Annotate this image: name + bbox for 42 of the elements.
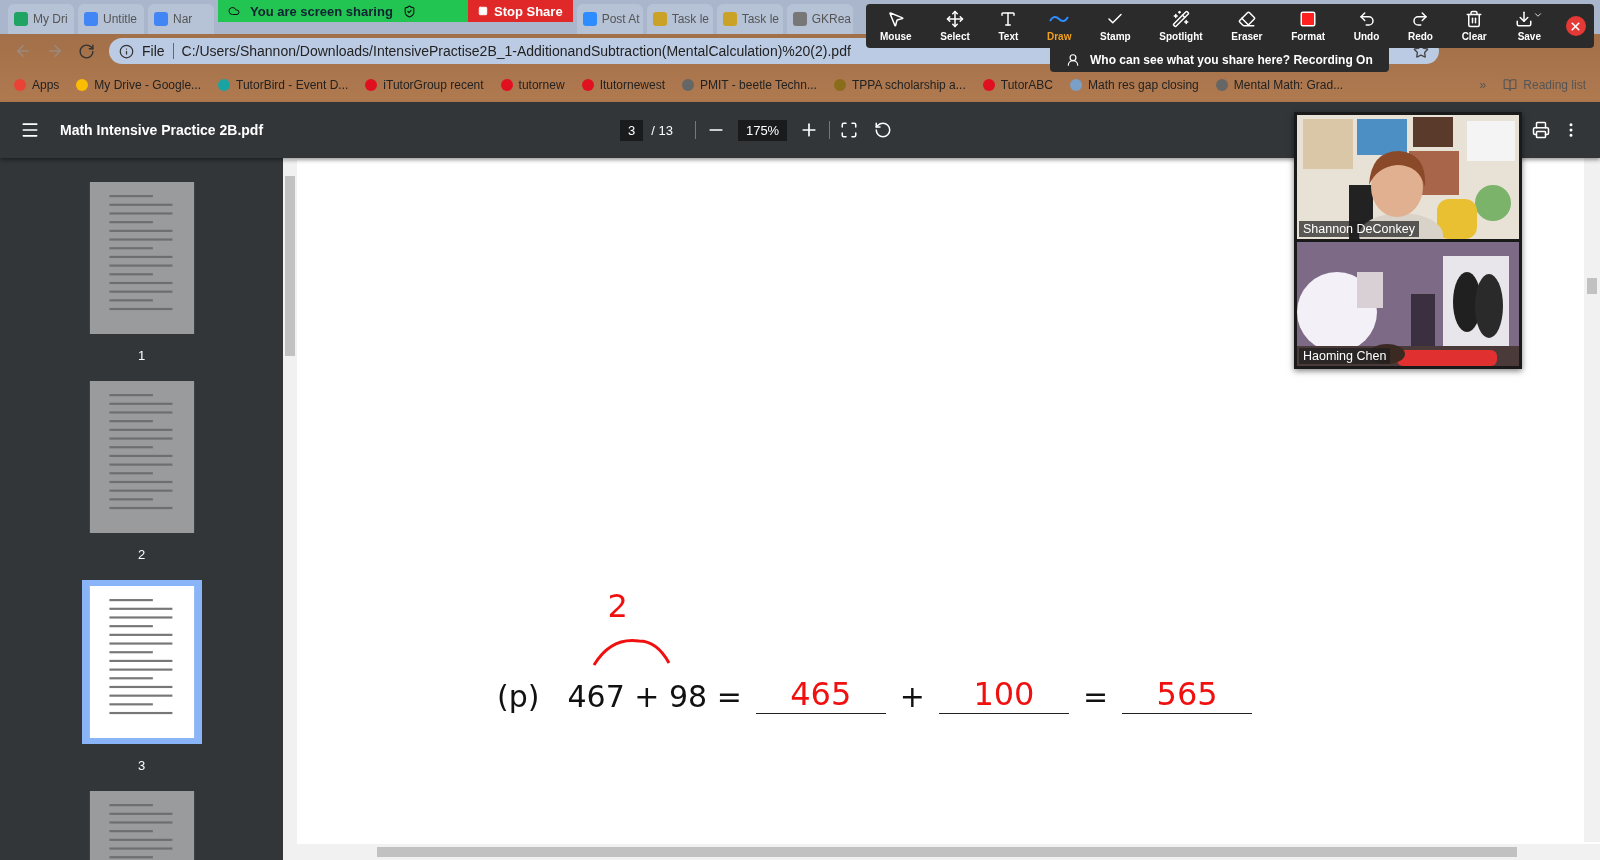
stop-share-button[interactable]: Stop Share: [468, 0, 573, 22]
bookmark-item[interactable]: My Drive - Google...: [76, 78, 202, 92]
url-scheme: File: [142, 43, 165, 59]
bookmark-item[interactable]: Math res gap closing: [1070, 78, 1199, 92]
handwritten-answer: 100: [973, 675, 1035, 713]
handwritten-answer: 565: [1156, 675, 1218, 713]
page-count: / 13: [651, 122, 673, 138]
bookmark-item[interactable]: Itutornewest: [581, 78, 665, 92]
bookmark-item[interactable]: TPPA scholarship a...: [833, 78, 966, 92]
handwritten-note: 2: [607, 587, 628, 625]
browser-tab[interactable]: Nar: [148, 4, 214, 34]
document-title: Math Intensive Practice 2B.pdf: [60, 122, 265, 138]
question-label: (p): [497, 679, 540, 714]
bookmark-item[interactable]: tutornew: [500, 78, 565, 92]
participant-name: Shannon DeConkey: [1299, 221, 1419, 237]
annotation-tool[interactable]: Save: [1509, 8, 1550, 44]
browser-tab[interactable]: Untitle: [78, 4, 144, 34]
bookmark-item[interactable]: Mental Math: Grad...: [1215, 78, 1344, 92]
annotation-tool[interactable]: Clear: [1455, 8, 1493, 44]
browser-tab[interactable]: GKRea: [786, 4, 853, 34]
browser-tab[interactable]: My Dri: [8, 4, 74, 34]
browser-tab[interactable]: Post At: [576, 4, 643, 34]
page-label: 2: [137, 547, 146, 562]
handwritten-answer: 465: [790, 675, 852, 713]
math-operator: =: [1082, 679, 1109, 714]
browser-tab[interactable]: Task le: [646, 4, 713, 34]
url-text: C:/Users/Shannon/Downloads/IntensivePractise2B_1-AdditionandSubtraction(MentalCalculation)%20(2).pdf: [181, 43, 851, 59]
math-operator: +: [899, 679, 925, 714]
bookmark-item[interactable]: PMIT - beetle Techn...: [682, 78, 817, 92]
page-number-field[interactable]: 3: [620, 119, 644, 141]
sharing-message: You are screen sharing: [250, 3, 393, 19]
browser-tab[interactable]: Task le: [716, 4, 783, 34]
participant-name: Haoming Chen: [1299, 348, 1391, 364]
bookmark-item[interactable]: Apps: [14, 78, 60, 92]
recording-notice-tooltip[interactable]: Who can see what you share here? Recording On: [1050, 48, 1389, 72]
page-label: 1: [137, 348, 146, 363]
bookmark-item[interactable]: iTutorGroup recent: [365, 78, 484, 92]
notice-text: Who can see what you share here? Recording On: [1090, 53, 1373, 67]
bookmark-item[interactable]: TutorABC: [982, 78, 1054, 92]
page-label: 3: [137, 758, 146, 773]
bookmark-item[interactable]: TutorBird - Event D...: [218, 78, 349, 92]
zoom-level-field[interactable]: 175%: [737, 119, 788, 141]
